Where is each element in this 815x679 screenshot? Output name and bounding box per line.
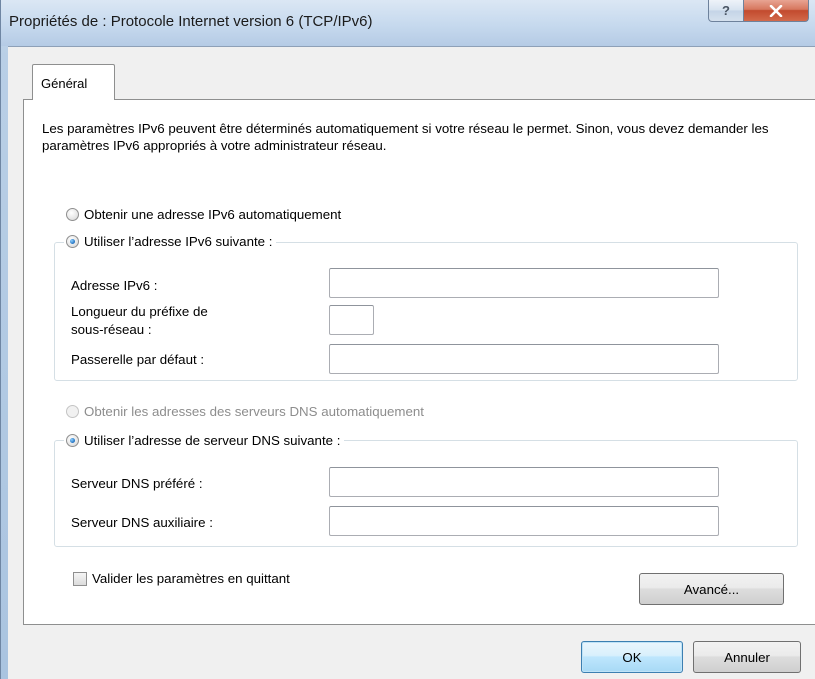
validate-label: Valider les paramètres en quittant (92, 571, 290, 586)
alternate-dns-field[interactable] (329, 506, 719, 536)
title-bar[interactable]: Propriétés de : Protocole Internet versi… (1, 0, 815, 46)
ok-button[interactable]: OK (581, 641, 683, 673)
prefix-length-label-line1: Longueur du préfixe de (71, 304, 208, 319)
validate-option[interactable]: Valider les paramètres en quittant (73, 571, 290, 586)
ipv6-address-field[interactable] (329, 268, 719, 298)
preferred-dns-field[interactable] (329, 467, 719, 497)
window-title: Propriétés de : Protocole Internet versi… (9, 13, 373, 30)
dns-auto-option[interactable]: Obtenir les adresses des serveurs DNS au… (66, 404, 424, 419)
ip-auto-option[interactable]: Obtenir une adresse IPv6 automatiquement (66, 207, 341, 222)
validate-checkbox[interactable] (73, 571, 87, 586)
tab-general[interactable]: Général (32, 64, 115, 100)
advanced-button[interactable]: Avancé... (639, 573, 784, 605)
dialog-client-area: Général Les paramètres IPv6 peuvent être… (8, 46, 815, 679)
dns-manual-radio[interactable] (66, 434, 79, 447)
default-gateway-label: Passerelle par défaut : (71, 352, 205, 367)
dns-manual-option[interactable]: Utiliser l’adresse de serveur DNS suivan… (64, 433, 345, 448)
help-icon: ? (722, 3, 730, 18)
ip-auto-radio[interactable] (66, 208, 79, 221)
tab-general-label: Général (41, 76, 88, 91)
ip-auto-label: Obtenir une adresse IPv6 automatiquement (84, 207, 342, 222)
prefix-length-field[interactable] (329, 305, 374, 335)
alternate-dns-label: Serveur DNS auxiliaire : (71, 515, 213, 530)
close-icon (769, 4, 783, 17)
general-tab-panel: Les paramètres IPv6 peuvent être détermi… (23, 99, 815, 625)
prefix-length-label-line2: sous-réseau : (71, 322, 152, 337)
dns-manual-label: Utiliser l’adresse de serveur DNS suivan… (84, 433, 341, 448)
cancel-button[interactable]: Annuler (693, 641, 801, 673)
dialog-window: Propriétés de : Protocole Internet versi… (0, 0, 815, 679)
ip-manual-radio[interactable] (66, 235, 79, 248)
description-text: Les paramètres IPv6 peuvent être détermi… (42, 121, 769, 153)
ipv6-address-label: Adresse IPv6 : (71, 278, 158, 293)
default-gateway-field[interactable] (329, 344, 719, 374)
preferred-dns-label: Serveur DNS préféré : (71, 476, 203, 491)
dns-auto-label: Obtenir les adresses des serveurs DNS au… (84, 404, 424, 419)
close-button[interactable] (743, 0, 809, 22)
help-button[interactable]: ? (708, 0, 744, 22)
dns-auto-radio[interactable] (66, 405, 79, 418)
ip-manual-option[interactable]: Utiliser l’adresse IPv6 suivante : (64, 234, 277, 249)
ip-manual-label: Utiliser l’adresse IPv6 suivante : (84, 234, 273, 249)
